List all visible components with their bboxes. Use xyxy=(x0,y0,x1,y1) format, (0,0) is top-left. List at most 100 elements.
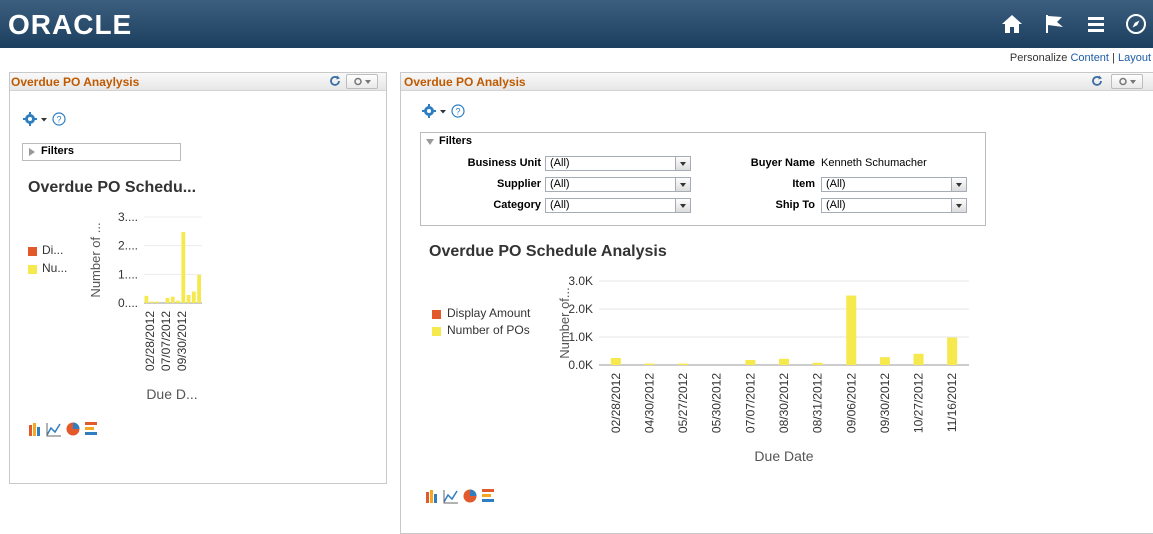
pie-chart-icon xyxy=(463,489,477,503)
bar xyxy=(149,301,154,303)
chevron-down-icon xyxy=(675,157,690,170)
category-label: Category xyxy=(493,199,541,211)
x-tick-label: 09/30/2012 xyxy=(175,311,189,371)
bar xyxy=(165,297,170,303)
oracle-logo: ORACLE xyxy=(8,9,133,40)
bar xyxy=(779,358,789,365)
y-tick-label: 0.0K xyxy=(568,358,593,372)
x-tick-label: 02/28/2012 xyxy=(609,373,623,433)
gear-dropdown-icon xyxy=(354,77,371,86)
chart-type-toolbar xyxy=(426,489,494,504)
item-select[interactable]: (All) xyxy=(821,177,967,192)
bar xyxy=(191,291,196,303)
line-chart-icon xyxy=(46,423,61,437)
legend-label-display-amount: Display Amount xyxy=(447,306,531,320)
x-tick-label: 09/06/2012 xyxy=(844,373,858,433)
item-label: Item xyxy=(792,178,815,190)
options-toolbar: ? xyxy=(23,112,66,126)
pagelet-actions-menu[interactable] xyxy=(1111,74,1143,89)
personalize-content-link[interactable]: Content xyxy=(1070,52,1109,64)
y-axis-label: Number of ... xyxy=(88,222,103,297)
collapse-icon[interactable] xyxy=(425,137,435,147)
y-tick-label: 2.0K xyxy=(568,302,593,316)
chart-options: ? xyxy=(22,111,82,127)
left-overdue-chart: 0.... 1.... 2.... 3.... Number of ... 02/28/2… xyxy=(88,210,202,402)
line-chart-icon xyxy=(443,490,458,504)
ship-to-value: (All) xyxy=(826,199,846,211)
buyer-name-label: Buyer Name xyxy=(750,157,815,169)
legend-label-number-of-pos: Number of POs xyxy=(447,323,530,337)
y-tick-label: 0.... xyxy=(118,296,138,310)
chart-type-icons xyxy=(425,488,505,504)
home-icon[interactable] xyxy=(1000,12,1024,36)
bar xyxy=(644,363,655,365)
category-select[interactable]: (All) xyxy=(545,198,691,213)
bar-chart-icon xyxy=(29,423,40,436)
chart-title: Overdue PO Schedule Analysis xyxy=(429,243,667,260)
bar xyxy=(947,337,958,365)
bar-chart-icon xyxy=(426,490,437,503)
x-axis-label: Due D... xyxy=(146,386,197,402)
left-chart-type-icons xyxy=(28,421,108,437)
pie-chart-icon xyxy=(66,422,80,436)
filters-panel: Filters Business Unit (All) Supplier (Al… xyxy=(420,132,986,226)
gear-icon xyxy=(23,112,37,126)
item-value: (All) xyxy=(826,178,846,190)
refresh-icon[interactable] xyxy=(329,75,341,87)
horizontal-bar-icon xyxy=(85,422,97,435)
personalize-separator: | xyxy=(1108,52,1118,64)
svg-text:?: ? xyxy=(455,107,460,117)
business-unit-label: Business Unit xyxy=(467,157,541,169)
ship-to-label: Ship To xyxy=(775,199,815,211)
x-tick-label: 10/27/2012 xyxy=(912,373,926,433)
right-pagelet: Overdue PO Analysis ? Filters Business U… xyxy=(400,72,1153,534)
x-tick-label: 05/27/2012 xyxy=(676,373,690,433)
y-tick-label: 2.... xyxy=(118,239,138,253)
options-toolbar: ? xyxy=(422,104,465,118)
bar xyxy=(879,357,890,365)
bar xyxy=(812,362,823,365)
filters-label: Filters xyxy=(439,135,473,147)
left-pagelet: Overdue PO Anaylysis ? Filters Overdue P… xyxy=(9,72,387,484)
x-tick-label: 08/31/2012 xyxy=(811,373,825,433)
svg-text:?: ? xyxy=(56,115,61,125)
supplier-select[interactable]: (All) xyxy=(545,177,691,192)
legend-swatch-display-amount xyxy=(432,310,441,319)
business-unit-select[interactable]: (All) xyxy=(545,156,691,171)
navigator-icon[interactable] xyxy=(1124,12,1148,36)
chevron-down-icon xyxy=(675,178,690,191)
x-tick-label: 08/30/2012 xyxy=(777,373,791,433)
bar xyxy=(170,296,175,303)
flag-icon[interactable] xyxy=(1042,12,1066,36)
y-axis-label: Number of... xyxy=(557,287,572,359)
left-pagelet-header: Overdue PO Anaylysis xyxy=(10,73,386,91)
bar xyxy=(181,231,186,303)
menu-icon[interactable] xyxy=(1084,12,1108,36)
personalize-links: Personalize Content | Layout xyxy=(1010,52,1151,64)
bar xyxy=(186,294,191,303)
x-tick-label: 09/30/2012 xyxy=(878,373,892,433)
x-tick-label: 11/16/2012 xyxy=(945,373,959,432)
top-banner: ORACLE xyxy=(0,0,1153,48)
bar xyxy=(155,301,159,303)
ship-to-select[interactable]: (All) xyxy=(821,198,967,213)
x-tick-label: 04/30/2012 xyxy=(642,373,656,433)
x-tick-label: 02/28/2012 xyxy=(143,311,157,371)
left-filters-label: Filters xyxy=(41,145,75,157)
bar xyxy=(176,300,180,303)
gear-dropdown-icon xyxy=(1119,77,1136,86)
legend-swatch-display-amount xyxy=(28,247,37,256)
y-tick-label: 1.0K xyxy=(568,330,593,344)
right-pagelet-title: Overdue PO Analysis xyxy=(404,75,526,89)
left-filters-collapsed[interactable]: Filters xyxy=(22,143,181,161)
refresh-icon[interactable] xyxy=(1091,75,1103,87)
personalize-layout-link[interactable]: Layout xyxy=(1118,52,1151,64)
pagelet-actions-menu[interactable] xyxy=(346,74,378,89)
left-pagelet-title: Overdue PO Anaylysis xyxy=(11,75,140,89)
chart-type-toolbar xyxy=(29,422,97,437)
help-icon: ? xyxy=(52,112,66,126)
y-tick-label: 3.... xyxy=(118,210,138,224)
buyer-name-value: Kenneth Schumacher xyxy=(821,157,927,169)
chart-options: ? xyxy=(421,103,481,119)
chevron-down-icon xyxy=(951,178,966,191)
